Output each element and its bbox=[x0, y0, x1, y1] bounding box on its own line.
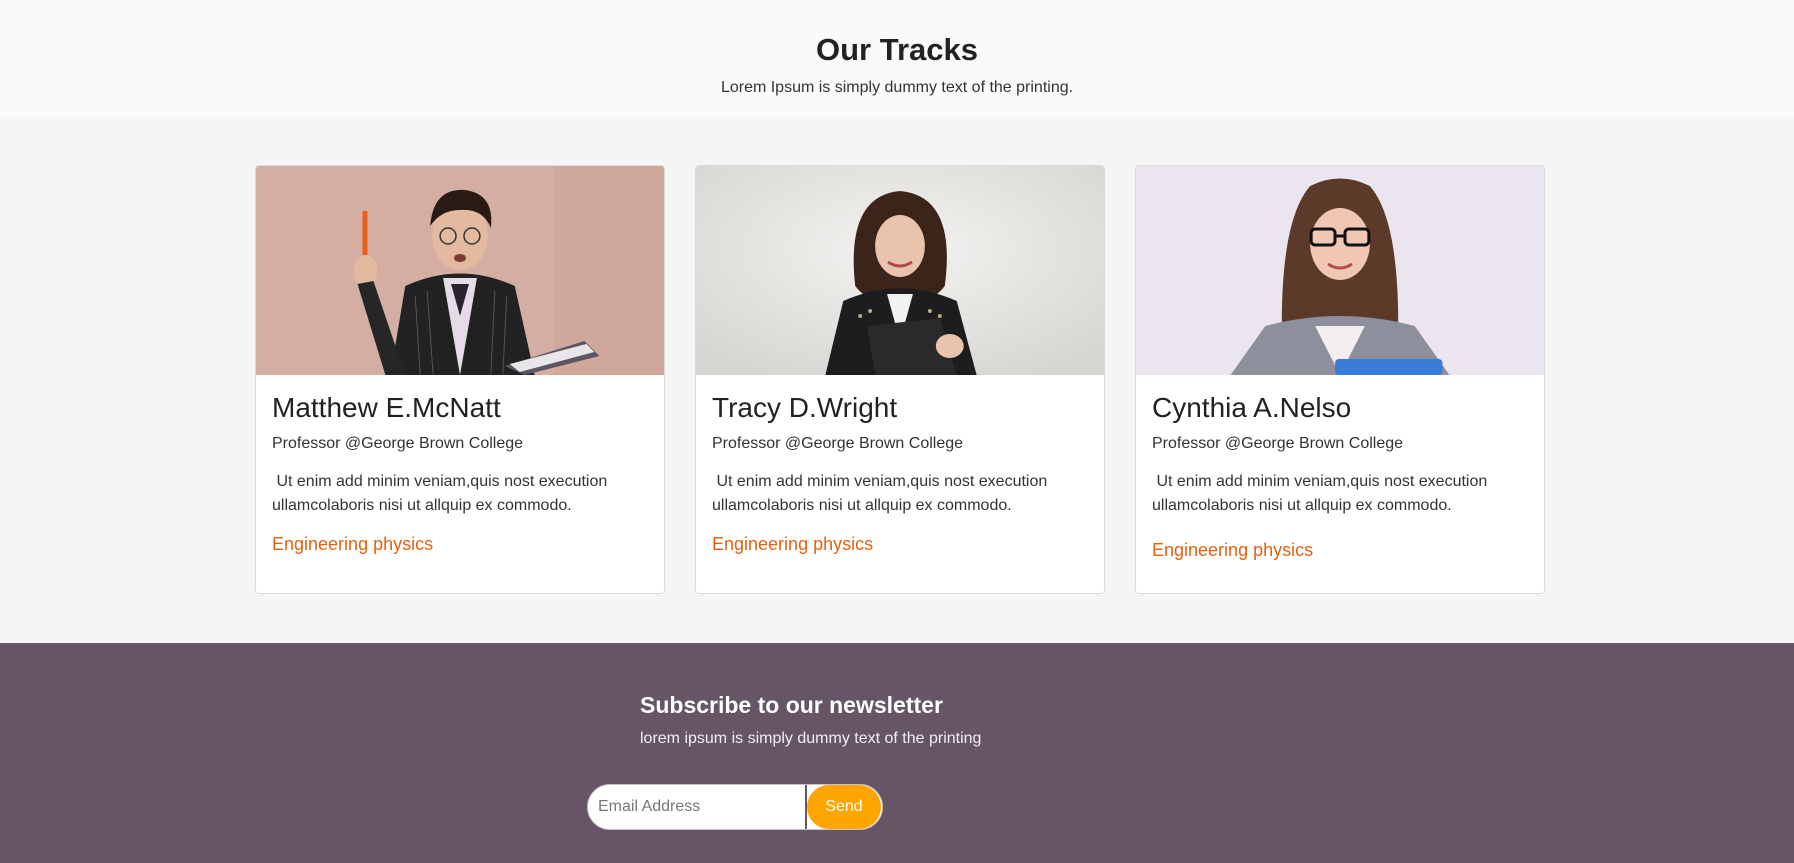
tracks-cards-section: Matthew E.McNatt Professor @George Brown… bbox=[0, 117, 1794, 643]
email-input[interactable] bbox=[588, 785, 805, 829]
professor-role: Professor @George Brown College bbox=[1152, 435, 1404, 452]
track-link[interactable]: Engineering physics bbox=[272, 534, 433, 555]
professor-card: Cynthia A.Nelso Professor @George Brown … bbox=[1135, 165, 1545, 594]
newsletter-title: Subscribe to our newsletter bbox=[640, 692, 943, 718]
professor-description: Ut enim add minim veniam,quis nost execu… bbox=[272, 473, 612, 514]
track-link[interactable]: Engineering physics bbox=[712, 534, 873, 555]
professor-photo bbox=[696, 166, 1104, 375]
tracks-subtitle: Lorem Ipsum is simply dummy text of the … bbox=[720, 79, 1074, 96]
subscribe-form: Send bbox=[587, 784, 883, 830]
professor-photo bbox=[1136, 166, 1544, 375]
tracks-header: Our Tracks Lorem Ipsum is simply dummy t… bbox=[0, 0, 1794, 117]
professor-description: Ut enim add minim veniam,quis nost execu… bbox=[1152, 473, 1492, 514]
newsletter-subtitle: lorem ipsum is simply dummy text of the … bbox=[640, 730, 982, 747]
professor-photo bbox=[256, 166, 664, 375]
track-link[interactable]: Engineering physics bbox=[1152, 540, 1313, 561]
professor-name: Tracy D.Wright bbox=[712, 392, 898, 423]
tracks-title: Our Tracks bbox=[816, 32, 978, 67]
professor-name: Cynthia A.Nelso bbox=[1152, 392, 1352, 423]
professor-name: Matthew E.McNatt bbox=[272, 392, 501, 423]
newsletter-section: Subscribe to our newsletter lorem ipsum … bbox=[0, 643, 1794, 863]
professor-card: Tracy D.Wright Professor @George Brown C… bbox=[695, 165, 1105, 594]
professor-role: Professor @George Brown College bbox=[712, 435, 964, 452]
professor-role: Professor @George Brown College bbox=[272, 435, 524, 452]
professor-description: Ut enim add minim veniam,quis nost execu… bbox=[712, 473, 1052, 514]
professor-card: Matthew E.McNatt Professor @George Brown… bbox=[255, 165, 665, 594]
send-button[interactable]: Send bbox=[806, 785, 881, 829]
